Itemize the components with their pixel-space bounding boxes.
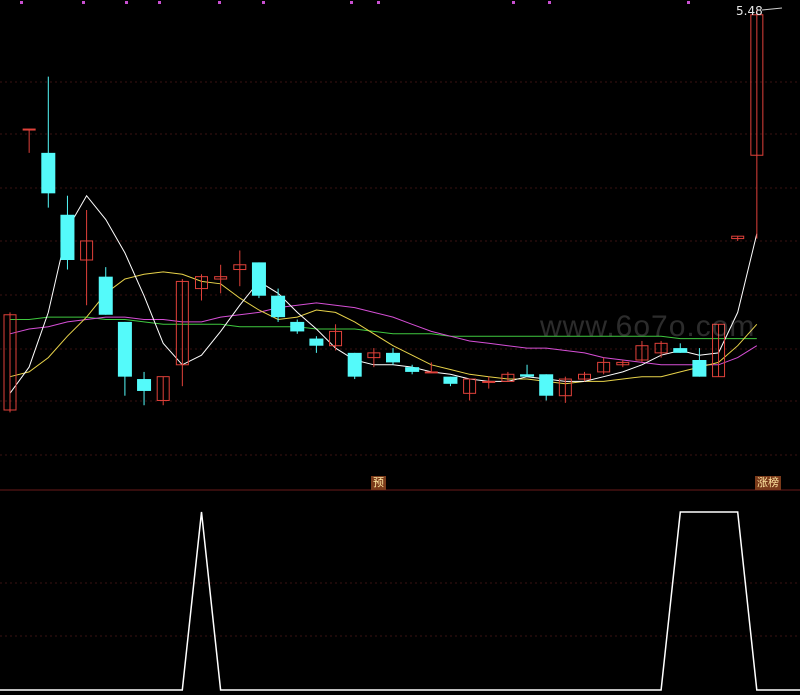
candle-body xyxy=(347,352,362,377)
candle-body xyxy=(117,321,132,377)
watermark: www.6o7o.com xyxy=(540,310,756,343)
candle xyxy=(214,264,228,294)
chart-stage: www.6o7o.com 5.48 预 涨榜 xyxy=(0,0,800,695)
candle xyxy=(597,357,611,375)
candle xyxy=(290,319,305,334)
candle-body xyxy=(424,371,438,374)
candle-body xyxy=(137,379,152,391)
candle xyxy=(195,274,208,301)
candle-body xyxy=(692,360,707,377)
top-dot xyxy=(687,1,690,4)
top-dot xyxy=(20,1,23,4)
candle-body xyxy=(98,276,113,315)
candle xyxy=(233,250,247,287)
candle xyxy=(251,262,266,299)
top-dot xyxy=(82,1,85,4)
candle xyxy=(750,10,764,239)
price-arrow xyxy=(761,7,783,11)
top-dot xyxy=(548,1,551,4)
candle-body xyxy=(251,262,266,296)
candle xyxy=(137,371,152,406)
candle-body xyxy=(443,376,458,384)
top-dot xyxy=(158,1,161,4)
top-dot xyxy=(218,1,221,4)
candle xyxy=(635,340,649,363)
candle xyxy=(329,324,343,351)
candle xyxy=(482,376,496,389)
candle xyxy=(156,376,170,406)
candle-body xyxy=(41,152,56,194)
marker-yu: 预 xyxy=(371,476,386,490)
candle xyxy=(60,195,75,270)
candlestick-chart xyxy=(0,1,800,691)
candle xyxy=(98,267,113,315)
signal-panel xyxy=(0,511,800,691)
candle-body xyxy=(482,380,496,383)
candle-body xyxy=(405,367,420,372)
candle xyxy=(309,336,324,353)
marker-zhangbang: 涨榜 xyxy=(755,476,781,490)
candle xyxy=(443,376,458,387)
candle xyxy=(463,378,477,401)
candle xyxy=(117,321,132,396)
candle-body xyxy=(673,348,688,353)
candle xyxy=(673,343,688,353)
price-label: 5.48 xyxy=(736,4,763,18)
top-marker-dots xyxy=(20,1,783,11)
top-dot xyxy=(377,1,380,4)
candle xyxy=(22,128,36,153)
top-dot xyxy=(512,1,515,4)
candle-body xyxy=(520,374,535,377)
top-dot xyxy=(262,1,265,4)
candle xyxy=(386,348,400,365)
candle xyxy=(80,210,94,306)
candle xyxy=(3,312,17,413)
candle-body xyxy=(539,374,554,396)
candle-body xyxy=(309,338,324,346)
candle-body xyxy=(22,128,36,131)
candle-body xyxy=(386,352,400,363)
candle xyxy=(271,288,286,322)
top-dot xyxy=(125,1,128,4)
candle xyxy=(731,235,745,241)
top-dot xyxy=(350,1,353,4)
candle xyxy=(41,76,56,208)
candle xyxy=(616,360,630,368)
candle xyxy=(520,364,535,377)
candle xyxy=(692,348,707,377)
candle-body xyxy=(271,295,286,318)
candles xyxy=(3,10,764,413)
signal-line xyxy=(0,511,800,691)
candle-body xyxy=(60,214,75,260)
candle xyxy=(347,352,362,380)
candle xyxy=(539,374,554,401)
candle-body xyxy=(290,321,305,332)
candle xyxy=(367,348,381,368)
